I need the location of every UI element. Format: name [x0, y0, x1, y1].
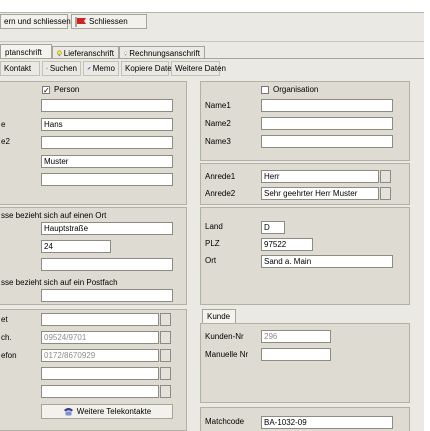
save-and-close-button[interactable]: ern und schliessen — [0, 14, 71, 29]
suchen-button[interactable]: Suchen — [42, 61, 81, 76]
plz-field[interactable]: 97522 — [261, 238, 313, 251]
contact1-button[interactable] — [160, 313, 171, 326]
anrede1-select[interactable]: Herr — [261, 170, 379, 183]
name1-field[interactable] — [261, 99, 393, 112]
postfach-header: sse bezieht sich auf ein Postfach — [1, 278, 118, 287]
kunden-nr-field[interactable]: 296 — [261, 330, 331, 343]
phone-button[interactable] — [160, 331, 171, 344]
kunde-tab-label: Kunde — [207, 312, 231, 321]
contact1-field[interactable] — [41, 313, 159, 326]
firstname-field[interactable]: Hans — [41, 118, 173, 131]
memo-button[interactable]: Memo — [83, 61, 119, 76]
kunden-nr-label: Kunden-Nr — [205, 332, 244, 341]
memo-label: Memo — [92, 64, 115, 73]
house-number-field[interactable]: 24 — [41, 240, 111, 253]
ort-field[interactable]: Sand a. Main — [261, 255, 393, 268]
toolbar-divider — [0, 41, 424, 42]
organisation-checkbox-label: Organisation — [273, 85, 319, 94]
kopiere-label: Kopiere Daten — [125, 64, 177, 73]
kunde-panel: Kunden-Nr 296 Manuelle Nr — [200, 323, 410, 403]
address-form-window: ern und schliessen Schliessen ptanschrif… — [0, 12, 424, 431]
contact3-label: efon — [1, 351, 17, 360]
firstname2-label: e2 — [1, 137, 10, 146]
organisation-panel: Organisation Name1 Name2 Name3 — [200, 81, 410, 161]
telephone-icon — [63, 408, 73, 416]
close-flag-icon — [75, 16, 86, 27]
search-icon — [46, 67, 48, 70]
lastname-field[interactable]: Muster — [41, 155, 173, 168]
contact1-label: et — [1, 315, 8, 324]
manuelle-nr-field[interactable] — [261, 348, 331, 361]
tab-kunde[interactable]: Kunde — [202, 309, 236, 323]
location-panel: Land D PLZ 97522 Ort Sand a. Main — [200, 207, 410, 305]
name2-field[interactable] — [261, 117, 393, 130]
title-field[interactable] — [41, 99, 173, 112]
memo-pen-icon — [87, 66, 91, 70]
tab-strip-border — [0, 58, 424, 59]
mobile-field[interactable]: 0172/8670929 — [41, 349, 159, 362]
contact5-field[interactable] — [41, 385, 159, 398]
matchcode-label: Matchcode — [205, 417, 245, 426]
land-label: Land — [205, 222, 223, 231]
suchen-label: Suchen — [49, 64, 77, 73]
contact4-field[interactable] — [41, 367, 159, 380]
name2-label: Name2 — [205, 119, 231, 128]
contact4-button[interactable] — [160, 367, 171, 380]
kontakt-label: Kontakt — [4, 64, 32, 73]
postfach-field[interactable] — [41, 289, 173, 302]
firstname2-field[interactable] — [41, 136, 173, 149]
matchcode-field[interactable]: BA-1032-09 — [261, 416, 393, 429]
organisation-checkbox[interactable] — [261, 86, 269, 94]
address-panel: sse bezieht sich auf einen Ort Hauptstra… — [0, 207, 187, 305]
weitere-label: Weitere Daten — [175, 64, 226, 73]
more-telecontacts-label: Weitere Telekontakte — [76, 407, 152, 416]
tab-label: ptanschrift — [5, 47, 42, 57]
tab-label: Lieferanschrift — [63, 48, 114, 58]
anrede1-dropdown-button[interactable] — [380, 170, 391, 183]
name3-label: Name3 — [205, 137, 231, 146]
firstname-label: e — [1, 120, 6, 129]
tab-hauptanschrift[interactable]: ptanschrift — [0, 44, 52, 59]
person-checkbox[interactable]: ✓ — [42, 86, 50, 95]
save-close-label: ern und schliessen — [4, 17, 71, 26]
name3-field[interactable] — [261, 135, 393, 148]
anrede2-dropdown-button[interactable] — [380, 187, 391, 200]
anrede-panel: Anrede1 Herr Anrede2 Sehr geehrter Herr … — [200, 163, 410, 205]
anrede1-label: Anrede1 — [205, 172, 236, 181]
close-button[interactable]: Schliessen — [71, 14, 147, 29]
mobile-button[interactable] — [160, 349, 171, 362]
contacts-panel: et ch. 09524/9701 efon 0172/8670929 Weit… — [0, 309, 187, 431]
ort-label: Ort — [205, 256, 217, 265]
contact2-label: ch. — [1, 333, 12, 342]
kontakt-button[interactable]: Kontakt — [0, 61, 40, 76]
anrede2-select[interactable]: Sehr geehrter Herr Muster — [261, 187, 379, 200]
bulb-icon — [124, 50, 128, 55]
weitere-daten-button[interactable]: Weitere Daten — [171, 61, 226, 76]
close-label: Schliessen — [89, 17, 128, 26]
bulb-icon — [57, 50, 62, 56]
person-panel: ✓ Person e Hans e2 Muster — [0, 81, 187, 205]
land-field[interactable]: D — [261, 221, 285, 234]
manuelle-nr-label: Manuelle Nr — [205, 350, 249, 359]
more-telecontacts-button[interactable]: Weitere Telekontakte — [41, 404, 173, 419]
plz-label: PLZ — [205, 239, 220, 248]
contact5-button[interactable] — [160, 385, 171, 398]
address-extra-field[interactable] — [41, 258, 173, 271]
name-suffix-field[interactable] — [41, 173, 173, 186]
person-checkbox-label: Person — [54, 85, 80, 94]
street-field[interactable]: Hauptstraße — [41, 222, 173, 235]
name1-label: Name1 — [205, 101, 231, 110]
anrede2-label: Anrede2 — [205, 189, 236, 198]
matchcode-panel: Matchcode BA-1032-09 — [200, 407, 410, 431]
kopiere-daten-button[interactable]: Kopiere Daten — [121, 61, 176, 76]
tab-label: Rechnungsanschrift — [129, 48, 200, 58]
ort-header: sse bezieht sich auf einen Ort — [1, 211, 107, 220]
phone-field[interactable]: 09524/9701 — [41, 331, 159, 344]
